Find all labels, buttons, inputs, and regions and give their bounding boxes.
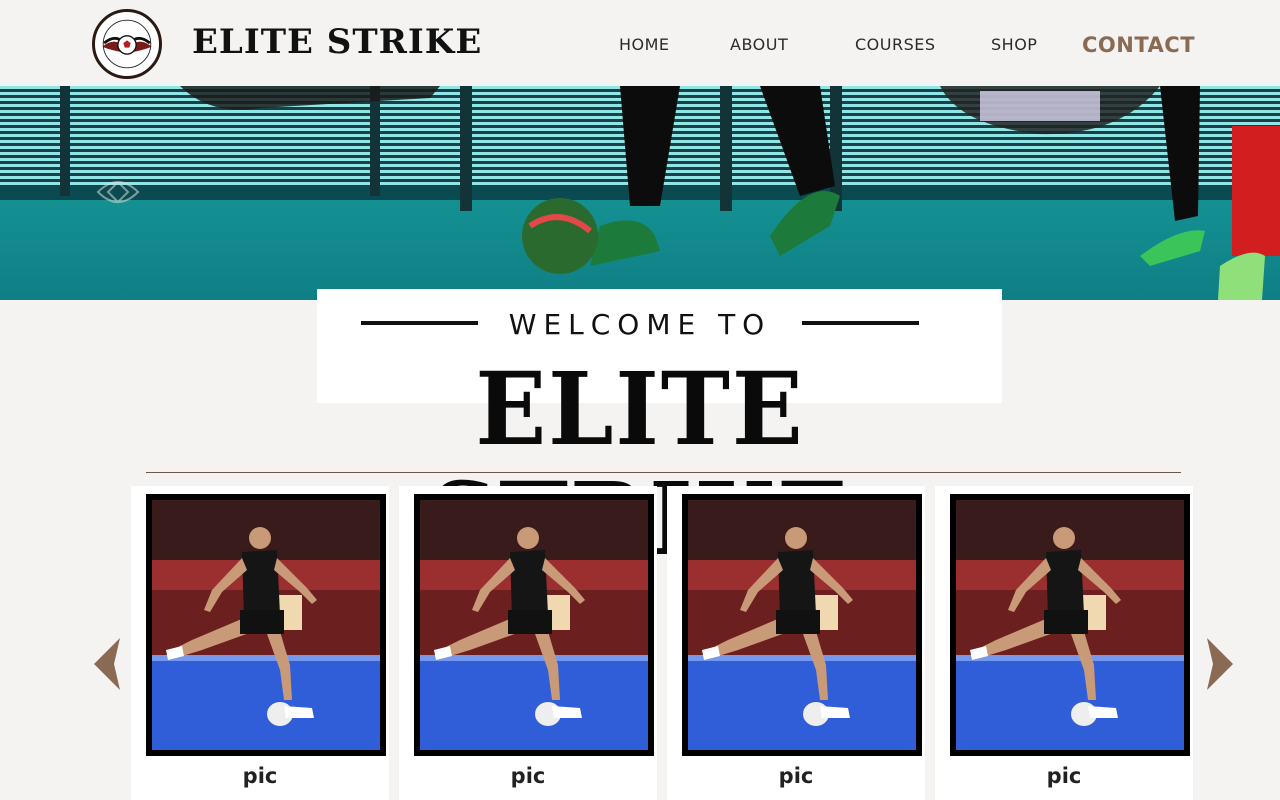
nav-contact[interactable]: CONTACT [1082,33,1195,57]
carousel-next-button[interactable] [1205,636,1235,692]
card-label: pic [1046,764,1082,788]
carousel-card[interactable]: pic [667,486,925,800]
nav-about[interactable]: ABOUT [730,35,788,54]
futsal-player-image [152,500,380,750]
carousel-card[interactable]: pic [399,486,657,800]
section-divider [146,472,1181,473]
futsal-player-image [688,500,916,750]
nav-shop[interactable]: SHOP [991,35,1037,54]
card-image-frame [682,494,922,756]
futsal-player-image [956,500,1184,750]
futsal-player-image [420,500,648,750]
card-label: pic [778,764,814,788]
brand-logo[interactable] [92,9,162,79]
card-image-frame [414,494,654,756]
card-label: pic [242,764,278,788]
card-image-frame [950,494,1190,756]
carousel-prev-button[interactable] [92,636,122,692]
nav-courses[interactable]: COURSES [855,35,936,54]
carousel-card[interactable]: pic [131,486,389,800]
card-image-frame [146,494,386,756]
hero-image [0,86,1280,300]
chevron-right-icon [1207,638,1233,690]
chevron-left-icon [94,638,120,690]
welcome-line-left [361,321,478,325]
welcome-subtitle: WELCOME TO [508,308,772,341]
shield-watermark-icon [96,180,140,204]
carousel-card[interactable]: pic [935,486,1193,800]
nav-home[interactable]: HOME [619,35,670,54]
elite-strike-logo-icon [96,13,158,75]
hero-banner [0,86,1280,300]
welcome-line-right [802,321,919,325]
card-label: pic [510,764,546,788]
brand-name[interactable]: ELITE STRIKE [192,22,482,62]
site-header: ELITE STRIKE HOME ABOUT COURSES SHOP CON… [0,0,1280,86]
